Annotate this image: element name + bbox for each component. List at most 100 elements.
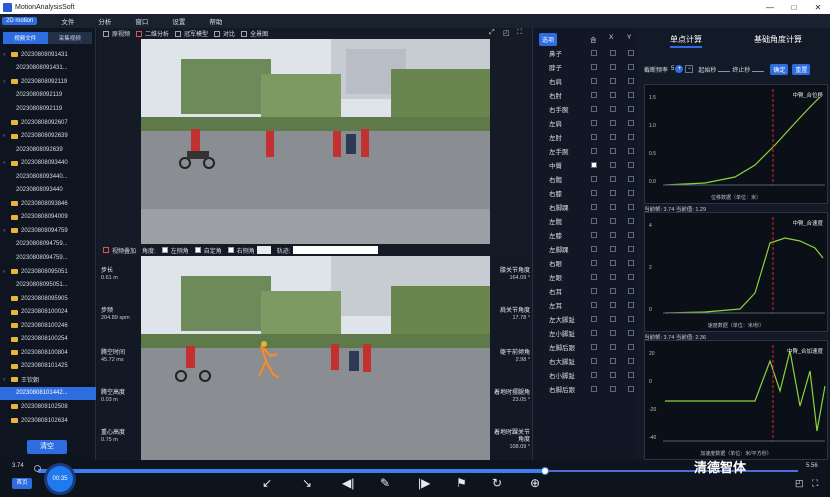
joint-total-checkbox[interactable] <box>591 301 597 308</box>
tree-item[interactable]: 20230808094759... <box>0 238 96 252</box>
joint-total-checkbox[interactable] <box>591 231 597 238</box>
maximize-button[interactable]: □ <box>782 3 806 12</box>
joint-total-checkbox[interactable] <box>591 217 597 224</box>
joint-y-checkbox[interactable] <box>628 133 634 140</box>
joint-x-checkbox[interactable] <box>610 259 616 266</box>
joint-y-checkbox[interactable] <box>628 259 634 266</box>
joint-x-checkbox[interactable] <box>610 231 616 238</box>
tab-video-files[interactable]: 视频文件 <box>3 32 48 44</box>
step-forward-icon[interactable]: ↘ <box>302 476 312 490</box>
end-input[interactable] <box>752 66 765 72</box>
joint-total-checkbox[interactable] <box>591 343 597 350</box>
joint-y-checkbox[interactable] <box>628 329 634 336</box>
joint-y-checkbox[interactable] <box>628 343 634 350</box>
prev-frame-icon[interactable]: ◀| <box>342 476 354 490</box>
tree-item[interactable]: 20230808095905 <box>0 292 96 306</box>
joint-total-checkbox[interactable] <box>591 49 597 56</box>
joint-y-checkbox[interactable] <box>628 385 634 392</box>
tree-item[interactable]: 20230808094009 <box>0 211 96 225</box>
joint-x-checkbox[interactable] <box>610 133 616 140</box>
screen-icon[interactable]: ◰ <box>503 29 510 37</box>
add-icon[interactable]: ⊕ <box>530 476 540 490</box>
joint-x-checkbox[interactable] <box>610 329 616 336</box>
tree-item[interactable]: 20230808092119 <box>0 89 96 103</box>
tree-item[interactable]: ▿ 20230808091431 <box>0 48 96 62</box>
joint-y-checkbox[interactable] <box>628 217 634 224</box>
joint-total-checkbox[interactable] <box>591 259 597 266</box>
angle-right[interactable]: 右侧角 <box>227 246 255 255</box>
joint-total-checkbox[interactable] <box>591 357 597 364</box>
track-select[interactable] <box>293 246 379 254</box>
expand-arrow-icon[interactable]: ▿ <box>3 269 9 275</box>
joint-y-checkbox[interactable] <box>628 161 634 168</box>
joint-y-checkbox[interactable] <box>628 357 634 364</box>
joint-x-checkbox[interactable] <box>610 357 616 364</box>
mark-icon[interactable]: ✎ <box>380 476 390 490</box>
chart-panel[interactable]: 012345420中臀_合速度速度数据（单位：米/秒） <box>644 212 828 332</box>
analysis-video-frame[interactable] <box>141 256 490 460</box>
joint-total-checkbox[interactable] <box>591 175 597 182</box>
joint-total-checkbox[interactable] <box>591 161 597 168</box>
joint-total-checkbox[interactable] <box>591 189 597 196</box>
angle-custom[interactable]: 自定角 <box>194 246 222 255</box>
fit-icon[interactable]: ⤢ <box>489 29 495 37</box>
tree-item[interactable]: 20230808093440 <box>0 183 96 197</box>
joint-total-checkbox[interactable] <box>591 147 597 154</box>
joint-y-checkbox[interactable] <box>628 63 634 70</box>
joint-total-checkbox[interactable] <box>591 287 597 294</box>
loop-icon[interactable]: ↻ <box>492 476 502 490</box>
joint-total-checkbox[interactable] <box>591 315 597 322</box>
menu-settings[interactable]: 设置 <box>172 16 185 26</box>
home-button[interactable]: 首页 <box>12 478 32 489</box>
joint-y-checkbox[interactable] <box>628 119 634 126</box>
tree-item[interactable]: 20230808101442... <box>0 386 96 401</box>
tree-item[interactable]: 20230808094759... <box>0 251 96 265</box>
joint-y-checkbox[interactable] <box>628 77 634 84</box>
joint-y-checkbox[interactable] <box>628 189 634 196</box>
joint-x-checkbox[interactable] <box>610 203 616 210</box>
joint-y-checkbox[interactable] <box>628 273 634 280</box>
expand-arrow-icon[interactable]: ▿ <box>3 79 9 85</box>
tree-item[interactable]: 20230808092607 <box>0 116 96 130</box>
speed-icon[interactable]: ⚑ <box>456 476 467 490</box>
tree-item[interactable]: 20230808092119 <box>0 102 96 116</box>
timeline-handle[interactable] <box>540 467 549 475</box>
tree-item[interactable]: 20230808100246 <box>0 319 96 333</box>
chart-panel[interactable]: 0123451.51.00.50.0中臀_合位移位移数据（单位：米） <box>644 84 828 204</box>
joint-y-checkbox[interactable] <box>628 147 634 154</box>
reset-button[interactable]: 重置 <box>792 63 811 75</box>
joint-x-checkbox[interactable] <box>610 189 616 196</box>
fullscreen-icon[interactable]: ⛶ <box>812 478 818 489</box>
tree-item[interactable]: 20230808100024 <box>0 305 96 319</box>
joint-total-checkbox[interactable] <box>591 77 597 84</box>
current-time-knob[interactable]: 00:35 <box>47 466 73 492</box>
angle-dropdown[interactable] <box>256 246 271 254</box>
timeline-start-marker[interactable] <box>34 465 41 472</box>
confirm-button[interactable]: 确定 <box>770 63 789 75</box>
minus-icon[interactable]: − <box>685 65 694 73</box>
tree-item[interactable]: ▿ 王钦朝 <box>0 373 96 387</box>
expand-icon[interactable]: ⛶ <box>517 29 522 37</box>
expand-arrow-icon[interactable]: ▿ <box>3 52 9 58</box>
joint-x-checkbox[interactable] <box>610 91 616 98</box>
joint-y-checkbox[interactable] <box>628 203 634 210</box>
joint-y-checkbox[interactable] <box>628 301 634 308</box>
tab-point-calc[interactable]: 单点计算 <box>670 34 702 48</box>
joint-x-checkbox[interactable] <box>610 245 616 252</box>
joint-y-checkbox[interactable] <box>628 245 634 252</box>
joint-x-checkbox[interactable] <box>610 287 616 294</box>
joint-y-checkbox[interactable] <box>628 315 634 322</box>
joint-y-checkbox[interactable] <box>628 105 634 112</box>
joint-y-checkbox[interactable] <box>628 371 634 378</box>
mode-badge[interactable]: 2D motion <box>2 17 38 25</box>
joint-total-checkbox[interactable] <box>591 245 597 252</box>
tree-item[interactable]: 20230808091431... <box>0 62 96 76</box>
view-panorama[interactable]: 全景图 <box>241 29 268 38</box>
tree-item[interactable]: 20230808093846 <box>0 197 96 211</box>
joint-x-checkbox[interactable] <box>610 301 616 308</box>
joint-x-checkbox[interactable] <box>610 147 616 154</box>
tree-item[interactable]: 20230808102508 <box>0 400 96 414</box>
expand-arrow-icon[interactable]: ▿ <box>3 133 9 139</box>
joint-total-checkbox[interactable] <box>591 63 597 70</box>
joint-x-checkbox[interactable] <box>610 371 616 378</box>
